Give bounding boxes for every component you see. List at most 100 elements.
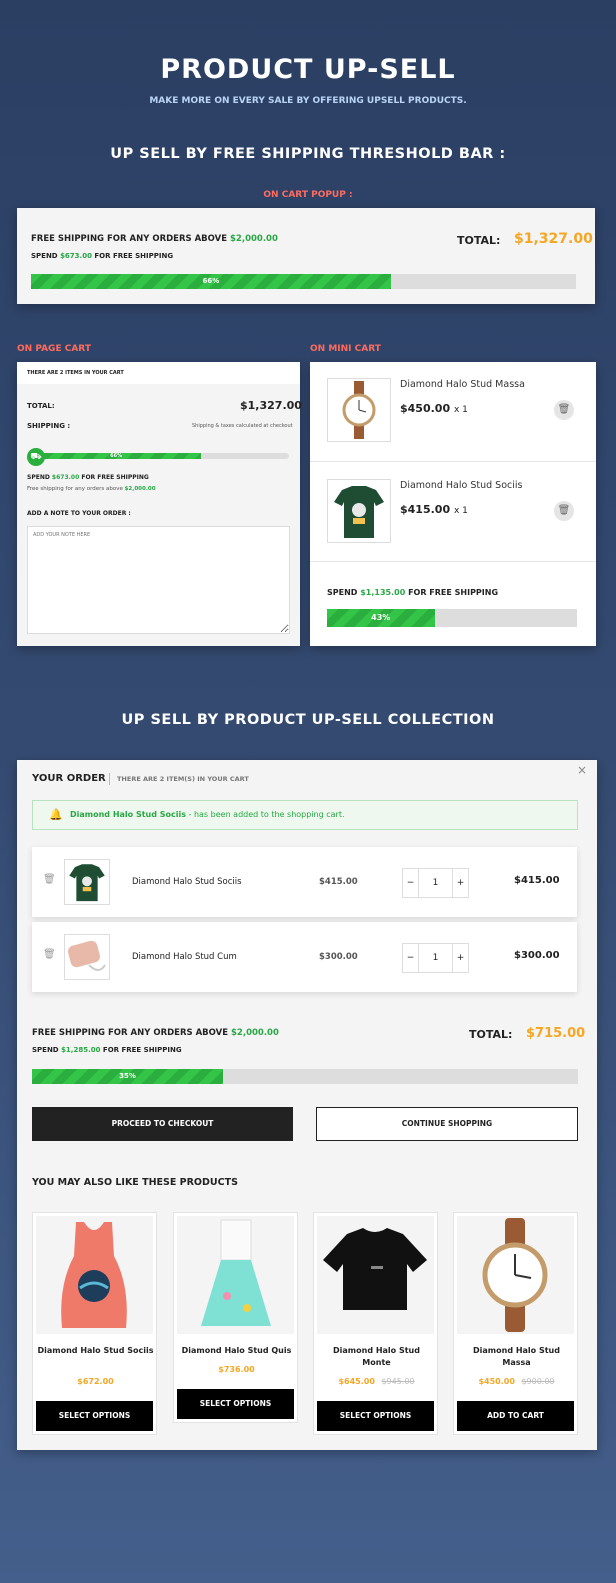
popup-label: ON CART POPUP : xyxy=(263,190,353,200)
select-options-button[interactable]: SELECT OPTIONS xyxy=(317,1401,434,1431)
product-price: $645.00 xyxy=(338,1377,375,1386)
order-item-price: $300.00 xyxy=(319,952,358,962)
product-card: Diamond Halo Stud Massa $450.00 $900.00 … xyxy=(453,1212,578,1435)
trash-icon[interactable]: 🗑 xyxy=(43,874,56,885)
order-progress-bar: 35% xyxy=(32,1069,578,1084)
order-item-total: $300.00 xyxy=(514,950,560,961)
order-item-name[interactable]: Diamond Halo Stud Cum xyxy=(132,952,237,962)
bell-icon: 🔔 xyxy=(49,808,63,821)
mini-spend-line: SPEND $1,135.00 FOR FREE SHIPPING xyxy=(327,588,499,597)
mini-cart-item: Diamond Halo Stud Sociis $415.00 x 1 🗑 xyxy=(310,462,596,562)
add-to-cart-button[interactable]: ADD TO CART xyxy=(457,1401,574,1431)
free-shipping-line: FREE SHIPPING FOR ANY ORDERS ABOVE $2,00… xyxy=(31,234,278,244)
quantity-input[interactable]: 1 xyxy=(419,869,452,897)
product-price: $736.00 xyxy=(218,1365,255,1374)
select-options-button[interactable]: SELECT OPTIONS xyxy=(177,1389,294,1419)
page-cart-header: THERE ARE 2 ITEMS IN YOUR CART xyxy=(17,362,300,384)
progress-fill: 66% xyxy=(31,453,202,459)
section-title-threshold: UP SELL BY FREE SHIPPING THRESHOLD BAR : xyxy=(110,146,506,162)
section-title-collection: UP SELL BY PRODUCT UP-SELL COLLECTION xyxy=(121,712,495,728)
plus-button[interactable]: + xyxy=(452,869,468,897)
mini-cart-label: ON MINI CART xyxy=(310,344,381,354)
product-card: Diamond Halo Stud Monte $645.00 $945.00 … xyxy=(313,1212,438,1435)
tshirt-thumbnail[interactable] xyxy=(64,859,110,905)
divider xyxy=(109,773,110,785)
mini-item-name[interactable]: Diamond Halo Stud Sociis xyxy=(400,480,522,491)
trash-icon[interactable]: 🗑 xyxy=(43,949,56,960)
product-card: Diamond Halo Stud Sociis $672.00 SELECT … xyxy=(32,1212,157,1435)
page-total-label: TOTAL: xyxy=(27,402,55,410)
shipping-note: Shipping & taxes calculated at checkout xyxy=(192,423,293,429)
product-price-group: $450.00 $900.00 xyxy=(458,1377,575,1386)
minus-button[interactable]: − xyxy=(403,944,419,972)
mini-cart-item: Diamond Halo Stud Massa $450.00 x 1 🗑 xyxy=(310,362,596,462)
total-value: $1,327.00 xyxy=(514,231,593,247)
checkout-button[interactable]: PROCEED TO CHECKOUT xyxy=(32,1107,293,1141)
pillow-image xyxy=(68,940,106,971)
progress-fill: 66% xyxy=(31,274,391,289)
page-subtitle: MAKE MORE ON EVERY SALE BY OFFERING UPSE… xyxy=(149,96,467,106)
watch-thumbnail[interactable] xyxy=(327,378,391,442)
order-total-value: $715.00 xyxy=(526,1026,586,1041)
order-count: THERE ARE 2 ITEM(S) IN YOUR CART xyxy=(117,775,249,783)
order-item-price: $415.00 xyxy=(319,877,358,887)
plus-button[interactable]: + xyxy=(452,944,468,972)
spend-line: SPEND $673.00 FOR FREE SHIPPING xyxy=(31,252,174,260)
dress-image[interactable] xyxy=(177,1216,294,1334)
product-name[interactable]: Diamond Halo Stud Monte xyxy=(318,1345,435,1369)
tshirt-image xyxy=(69,864,105,902)
total-label: TOTAL: xyxy=(457,234,501,247)
mini-cart-panel: Diamond Halo Stud Massa $450.00 x 1 🗑 Di… xyxy=(310,362,596,646)
shipping-progress-bar: 66% xyxy=(31,274,576,289)
trash-icon[interactable]: 🗑 xyxy=(554,501,574,521)
progress-fill: 43% xyxy=(327,609,435,627)
order-item-name[interactable]: Diamond Halo Stud Sociis xyxy=(132,877,242,887)
trash-icon[interactable]: 🗑 xyxy=(554,400,574,420)
select-options-button[interactable]: SELECT OPTIONS xyxy=(36,1401,153,1431)
shipping-label: SHIPPING : xyxy=(27,422,71,430)
truck-icon: ⛟ xyxy=(27,448,45,466)
page-progress-bar: 66% xyxy=(31,453,289,459)
product-price: $450.00 xyxy=(478,1377,515,1386)
page-total-value: $1,327.00 xyxy=(240,399,302,412)
order-row: 🗑 Diamond Halo Stud Cum $300.00 − 1 + $3… xyxy=(32,922,577,992)
product-name[interactable]: Diamond Halo Stud Quis xyxy=(178,1345,295,1357)
page-title: PRODUCT UP-SELL xyxy=(160,54,456,85)
order-popup: YOUR ORDER THERE ARE 2 ITEM(S) IN YOUR C… xyxy=(17,760,597,1450)
progress-fill: 35% xyxy=(32,1069,224,1084)
crop-top-image[interactable] xyxy=(317,1216,434,1334)
tshirt-thumbnail[interactable] xyxy=(327,479,391,543)
mini-progress-bar: 43% xyxy=(327,609,577,627)
product-card: Diamond Halo Stud Quis $736.00 SELECT OP… xyxy=(173,1212,298,1423)
tshirt-image xyxy=(334,486,384,538)
product-price-group: $645.00 $945.00 xyxy=(318,1377,435,1386)
also-like-title: YOU MAY ALSO LIKE THESE PRODUCTS xyxy=(32,1177,238,1188)
pillow-thumbnail[interactable] xyxy=(64,934,110,980)
product-old-price: $900.00 xyxy=(521,1377,555,1386)
product-name[interactable]: Diamond Halo Stud Sociis xyxy=(37,1345,154,1357)
order-title: YOUR ORDER xyxy=(32,773,106,784)
product-name[interactable]: Diamond Halo Stud Massa xyxy=(458,1345,575,1369)
quantity-stepper: − 1 + xyxy=(402,868,469,898)
quantity-input[interactable]: 1 xyxy=(419,944,452,972)
page-cart-panel: THERE ARE 2 ITEMS IN YOUR CART TOTAL: $1… xyxy=(17,362,302,646)
order-spend-line: SPEND $1,285.00 FOR FREE SHIPPING xyxy=(32,1046,182,1054)
order-item-total: $415.00 xyxy=(514,875,560,886)
mini-item-price: $415.00 x 1 xyxy=(400,503,468,516)
order-free-line: FREE SHIPPING FOR ANY ORDERS ABOVE $2,00… xyxy=(32,1028,279,1038)
order-total-label: TOTAL: xyxy=(469,1028,513,1041)
close-icon[interactable]: × xyxy=(577,763,587,777)
mini-item-price: $450.00 x 1 xyxy=(400,402,468,415)
page-spend-line: SPEND $673.00 FOR FREE SHIPPING xyxy=(27,474,149,481)
product-price: $672.00 xyxy=(77,1377,114,1386)
continue-shopping-button[interactable]: CONTINUE SHOPPING xyxy=(316,1107,578,1141)
tank-top-image[interactable] xyxy=(36,1216,153,1334)
product-old-price: $945.00 xyxy=(381,1377,415,1386)
mini-item-name[interactable]: Diamond Halo Stud Massa xyxy=(400,379,525,390)
order-note-input[interactable] xyxy=(27,526,290,634)
watch-image[interactable] xyxy=(457,1216,574,1334)
cart-popup-panel: FREE SHIPPING FOR ANY ORDERS ABOVE $2,00… xyxy=(17,208,595,304)
minus-button[interactable]: − xyxy=(403,869,419,897)
added-notice: 🔔 Diamond Halo Stud Sociis - has been ad… xyxy=(32,800,578,830)
page-free-note: Free shipping for any orders above $2,00… xyxy=(27,486,156,492)
